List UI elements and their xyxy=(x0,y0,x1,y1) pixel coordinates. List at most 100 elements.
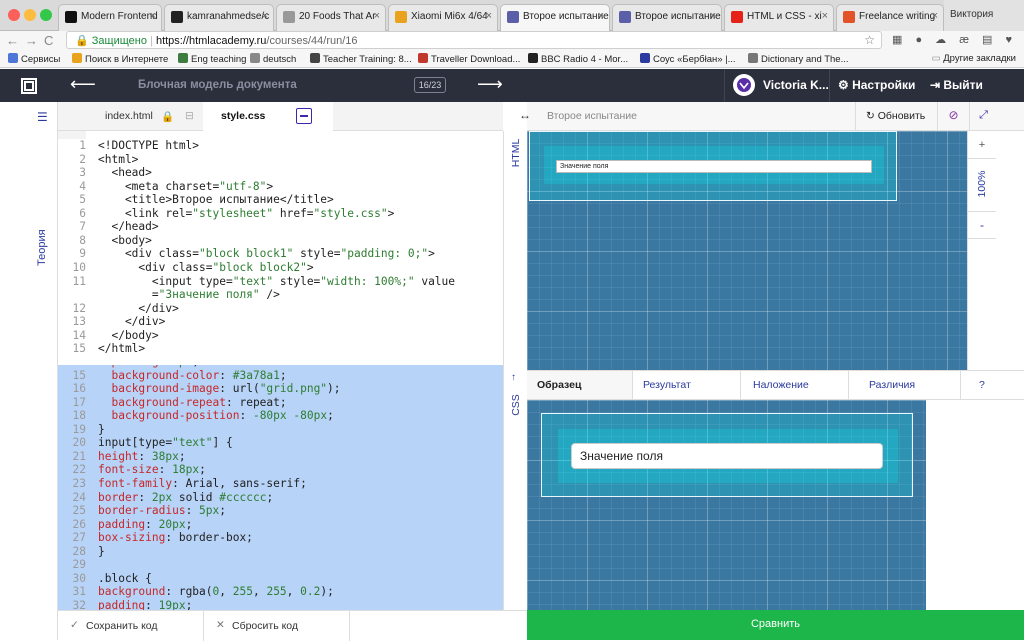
code-line[interactable]: input[type="text"] { xyxy=(98,436,233,450)
close-tab-icon[interactable]: × xyxy=(150,10,156,22)
html-panel-label[interactable]: HTML xyxy=(510,135,522,171)
code-line[interactable]: } xyxy=(98,545,105,559)
browser-tab[interactable]: Freelance writing × xyxy=(836,4,944,31)
html-code-editor[interactable]: 1 <!DOCTYPE html> 2 <html> 3 <head> 4 <meta c… xyxy=(58,139,503,365)
code-line[interactable]: <!DOCTYPE html> xyxy=(98,139,199,153)
theory-sidebar[interactable]: ☰ Теория xyxy=(27,102,58,640)
maximize-window-dot[interactable] xyxy=(40,9,52,21)
help-button[interactable]: ? xyxy=(961,371,1024,399)
close-tab-icon[interactable]: × xyxy=(486,10,492,22)
code-line[interactable]: </body> xyxy=(98,329,158,343)
bookmark-item[interactable]: Traveller Download... xyxy=(418,53,520,65)
code-line[interactable]: <input type="text" style="width: 100%;" … xyxy=(98,275,455,289)
code-line[interactable]: </head> xyxy=(98,220,158,234)
code-line[interactable]: padding: 19px; xyxy=(98,599,192,610)
close-tab-icon[interactable]: × xyxy=(710,10,716,22)
nav-buttons[interactable]: ←→C xyxy=(6,33,59,48)
url-field[interactable]: 🔒 Защищено | https://htmlacademy.ru/cour… xyxy=(66,31,882,49)
code-line[interactable]: background-repeat: repeat; xyxy=(98,396,286,410)
code-line[interactable]: </div> xyxy=(98,315,165,329)
css-code-editor[interactable]: padding: 0px;15 background-color: #3a78a… xyxy=(58,365,503,610)
other-bookmarks[interactable]: ▭ Другие закладки xyxy=(932,53,1016,64)
browser-tab[interactable]: kamranahmedse/c × xyxy=(164,4,274,31)
bookmark-item[interactable]: Teacher Training: 8... xyxy=(310,53,412,65)
code-line[interactable]: } xyxy=(98,423,105,437)
split-view-icon[interactable] xyxy=(296,108,312,124)
user-profile[interactable]: Victoria K... xyxy=(724,69,830,102)
bookmark-item[interactable]: Соус «Бербłан» |... xyxy=(640,53,736,65)
refresh-button[interactable]: ↻ Обновить xyxy=(855,102,937,131)
bookmark-item[interactable]: Eng teaching xyxy=(178,53,246,65)
browser-tab[interactable]: Modern Frontend × xyxy=(58,4,162,31)
code-line[interactable]: <div class="block block1" style="padding… xyxy=(98,247,435,261)
code-line[interactable]: <body> xyxy=(98,234,151,248)
code-line[interactable]: background-color: #3a78a1; xyxy=(98,369,286,383)
code-line[interactable]: <meta charset="utf-8"> xyxy=(98,180,273,194)
htmlacademy-logo[interactable] xyxy=(0,69,58,102)
bookmark-item[interactable]: Dictionary and The... xyxy=(748,53,848,65)
code-line[interactable]: .block { xyxy=(98,572,152,586)
close-tab-icon[interactable]: × xyxy=(374,10,380,22)
theory-label[interactable]: Теория xyxy=(36,229,48,266)
prev-task-arrow-icon[interactable]: ⟵ xyxy=(70,74,96,95)
browser-tab[interactable]: HTML и CSS - xi × xyxy=(724,4,834,31)
code-line[interactable]: padding: 20px; xyxy=(98,518,192,532)
bookmark-star-icon[interactable]: ☆ xyxy=(864,33,875,47)
code-line[interactable]: <head> xyxy=(98,166,151,180)
tab-style-css[interactable]: style.css xyxy=(203,102,333,131)
tab-index-html[interactable]: index.html 🔒 ⊟ xyxy=(93,102,203,131)
code-line[interactable]: box-sizing: border-box; xyxy=(98,531,253,545)
settings-link[interactable]: ⚙ Настройки xyxy=(838,78,915,92)
close-tab-icon[interactable]: × xyxy=(262,10,268,22)
code-line[interactable]: border: 2px solid #cccccc; xyxy=(98,491,273,505)
code-line[interactable]: <div class="block block2"> xyxy=(98,261,313,275)
code-line[interactable]: border-radius: 5px; xyxy=(98,504,226,518)
code-line[interactable]: <title>Второе испытание</title> xyxy=(98,193,334,207)
extension-icons[interactable]: ▦ ● ☁ æ ▤ ♥ ⋮ xyxy=(892,33,1024,46)
code-line[interactable]: ="Значение поля" /> xyxy=(98,288,280,302)
code-line[interactable]: <link rel="stylesheet" href="style.css"> xyxy=(98,207,394,221)
menu-icon[interactable]: ☰ xyxy=(37,110,48,124)
close-window-dot[interactable] xyxy=(8,9,20,21)
bookmark-item[interactable]: Сервисы xyxy=(8,53,60,65)
browser-tab[interactable]: Xiaomi Mi6x 4/64 × xyxy=(388,4,498,31)
zoom-out-button[interactable]: - xyxy=(968,211,996,239)
compare-button[interactable]: Сравнить xyxy=(527,610,1024,640)
expand-icon[interactable]: ⤢ xyxy=(969,102,997,131)
code-line[interactable]: font-family: Arial, sans-serif; xyxy=(98,477,307,491)
save-code-button[interactable]: ✓ Сохранить код xyxy=(58,611,204,641)
bookmark-item[interactable]: BBC Radio 4 - Mor... xyxy=(528,53,628,65)
tab-sample[interactable]: Образец xyxy=(527,371,633,399)
reset-code-button[interactable]: ✕ Сбросить код xyxy=(204,611,350,641)
split-icon[interactable]: ⊟ xyxy=(185,110,194,122)
css-panel-label[interactable]: CSS xyxy=(510,387,522,423)
bookmark-item[interactable]: deutsch xyxy=(250,53,296,65)
code-line[interactable]: background-position: -80px -80px; xyxy=(98,409,333,423)
code-line[interactable]: </html> xyxy=(98,342,145,356)
collapse-arrow-icon[interactable]: ↑ xyxy=(511,372,516,383)
minimize-window-dot[interactable] xyxy=(24,9,36,21)
close-tab-icon[interactable]: × xyxy=(822,10,828,22)
swap-panels-icon[interactable]: ↔ xyxy=(519,108,531,122)
code-line[interactable]: background: rgba(0, 255, 255, 0.2); xyxy=(98,585,334,599)
code-line[interactable]: <html> xyxy=(98,153,138,167)
browser-tab[interactable]: Второе испытание × xyxy=(612,4,722,31)
logout-link[interactable]: ⇥ Выйти xyxy=(930,78,983,92)
close-tab-icon[interactable]: × xyxy=(932,10,938,22)
tab-result[interactable]: Результат xyxy=(633,371,741,399)
browser-tab[interactable]: Второе испытание × xyxy=(500,4,610,32)
close-tab-icon[interactable]: × xyxy=(598,10,604,22)
bookmark-item[interactable]: Поиск в Интернете xyxy=(72,53,168,65)
profile-tab[interactable]: Виктория xyxy=(944,0,1024,31)
code-line[interactable]: background-image: url("grid.png"); xyxy=(98,382,340,396)
browser-tab[interactable]: 20 Foods That Ar × xyxy=(276,4,386,31)
code-line[interactable]: font-size: 18px; xyxy=(98,463,206,477)
tab-diff[interactable]: Различия xyxy=(849,371,961,399)
code-line[interactable]: height: 38px; xyxy=(98,450,186,464)
zoom-in-button[interactable]: + xyxy=(968,131,996,159)
tab-overlay[interactable]: Наложение xyxy=(741,371,849,399)
next-task-arrow-icon[interactable]: ⟶ xyxy=(477,74,503,95)
result-input[interactable]: Значение поля xyxy=(556,160,872,173)
code-line[interactable]: </div> xyxy=(98,302,178,316)
hide-preview-icon[interactable]: ⊘ xyxy=(937,102,969,131)
